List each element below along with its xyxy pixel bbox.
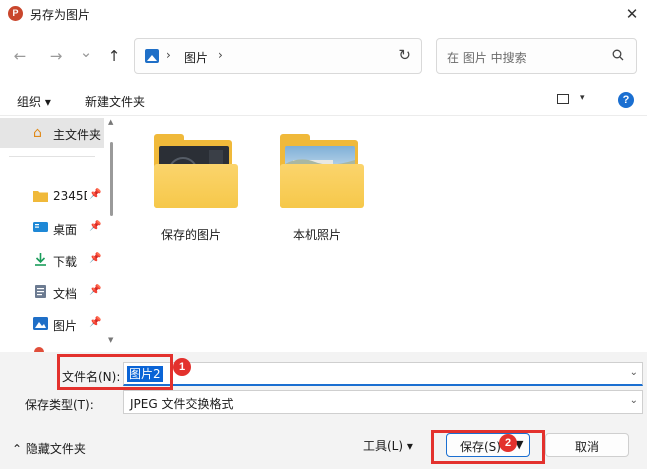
folder-camera-roll[interactable]: 本机照片 <box>262 120 372 250</box>
folder-icon-front <box>154 164 238 208</box>
scroll-up-arrow[interactable]: ▲ <box>108 118 113 126</box>
pin-icon: 📌 <box>89 221 102 232</box>
folder-icon-front <box>280 164 364 208</box>
sidebar-item-documents[interactable]: 文档 📌 <box>0 278 104 306</box>
pictures-icon <box>145 49 159 63</box>
download-icon <box>35 253 46 266</box>
callout-highlight-save <box>431 430 545 464</box>
recent-locations-dropdown[interactable]: ⌄ <box>76 42 96 62</box>
home-icon: ⌂ <box>33 125 42 141</box>
window-title: 另存为图片 <box>30 8 91 22</box>
new-folder-button[interactable]: 新建文件夹 <box>85 93 145 110</box>
navigation-pane: ⌂ 主文件夹 2345Do 📌 桌面 📌 下载 📌 文档 📌 图片 📌 ▲ ▼ <box>0 116 120 352</box>
sidebar-item-label: 下载 <box>53 255 78 269</box>
sidebar-scrollbar[interactable]: ▲ ▼ <box>108 118 116 344</box>
up-button[interactable]: ↑ <box>104 46 124 66</box>
folder-saved-pictures[interactable]: 保存的图片 <box>136 120 246 250</box>
organize-menu[interactable]: 组织 ▾ <box>17 93 51 110</box>
breadcrumb-pictures[interactable]: 图片 <box>184 49 208 66</box>
view-icon[interactable] <box>557 94 569 104</box>
sidebar-item-2345downloads[interactable]: 2345Do 📌 <box>0 182 104 210</box>
file-list: 保存的图片 本机照片 <box>120 116 647 352</box>
filetype-value: JPEG 文件交换格式 <box>130 397 234 411</box>
pin-icon: 📌 <box>89 189 102 200</box>
breadcrumb-separator[interactable]: › <box>166 48 171 62</box>
filetype-select[interactable]: JPEG 文件交换格式 ⌄ <box>123 390 643 414</box>
tools-menu[interactable]: 工具(L) ▾ <box>363 437 413 454</box>
folder-label: 本机照片 <box>292 228 341 242</box>
close-button[interactable]: ✕ <box>617 0 647 28</box>
pin-icon: 📌 <box>89 285 102 296</box>
sidebar-item-label: 图片 <box>53 319 78 333</box>
pin-icon: 📌 <box>89 317 102 328</box>
pictures-icon <box>33 317 48 330</box>
chevron-down-icon[interactable]: ⌄ <box>630 367 638 378</box>
sidebar-item-downloads[interactable]: 下载 📌 <box>0 246 104 274</box>
powerpoint-app-icon: P <box>8 6 23 21</box>
address-bar[interactable]: › 图片 › ↻ <box>134 38 422 74</box>
filename-input[interactable]: 图片2 ⌄ <box>123 362 643 386</box>
folder-icon <box>33 191 48 202</box>
search-placeholder: 在 图片 中搜索 <box>447 51 527 65</box>
filetype-label: 保存类型(T): <box>25 398 94 412</box>
forward-button[interactable]: → <box>46 46 66 66</box>
sidebar-item-label: 桌面 <box>53 223 78 237</box>
sidebar-item-desktop[interactable]: 桌面 📌 <box>0 214 104 242</box>
cancel-button[interactable]: 取消 <box>545 433 629 457</box>
view-options-dropdown[interactable]: ▾ <box>580 93 585 103</box>
dialog-footer: ⌃ 隐藏文件夹 工具(L) ▾ 保存(S) ▼ 取消 <box>0 422 647 469</box>
title-bar: P 另存为图片 ✕ <box>0 0 647 28</box>
scrollbar-thumb[interactable] <box>110 142 113 216</box>
callout-badge-1: 1 <box>173 358 191 376</box>
help-icon[interactable]: ? <box>618 92 634 108</box>
command-bar: 组织 ▾ 新建文件夹 ▾ ? <box>0 84 647 116</box>
sidebar-item-pictures[interactable]: 图片 📌 <box>0 310 104 338</box>
navigation-bar: ← → ⌄ ↑ › 图片 › ↻ 在 图片 中搜索 <box>0 28 647 84</box>
pin-icon: 📌 <box>89 253 102 264</box>
sidebar-item-label: 主文件夹 <box>53 128 102 142</box>
document-icon <box>35 285 46 298</box>
refresh-button[interactable]: ↻ <box>398 46 411 64</box>
search-input[interactable]: 在 图片 中搜索 <box>436 38 637 74</box>
folder-label: 保存的图片 <box>160 228 221 242</box>
desktop-icon <box>33 222 48 232</box>
sidebar-item-label: 2345Do <box>53 189 87 203</box>
sidebar-item-home[interactable]: ⌂ 主文件夹 <box>0 118 104 148</box>
sidebar-item-label: 文档 <box>53 287 78 301</box>
cancel-button-label: 取消 <box>574 440 599 454</box>
callout-badge-2: 2 <box>499 434 517 452</box>
hide-folders-button[interactable]: ⌃ 隐藏文件夹 <box>12 440 86 457</box>
sidebar-divider <box>9 156 95 157</box>
breadcrumb-separator[interactable]: › <box>218 48 223 62</box>
chevron-down-icon[interactable]: ⌄ <box>630 395 638 406</box>
search-icon <box>612 49 624 61</box>
scroll-down-arrow[interactable]: ▼ <box>108 336 113 344</box>
back-button[interactable]: ← <box>10 46 30 66</box>
callout-highlight-filename <box>57 354 173 390</box>
